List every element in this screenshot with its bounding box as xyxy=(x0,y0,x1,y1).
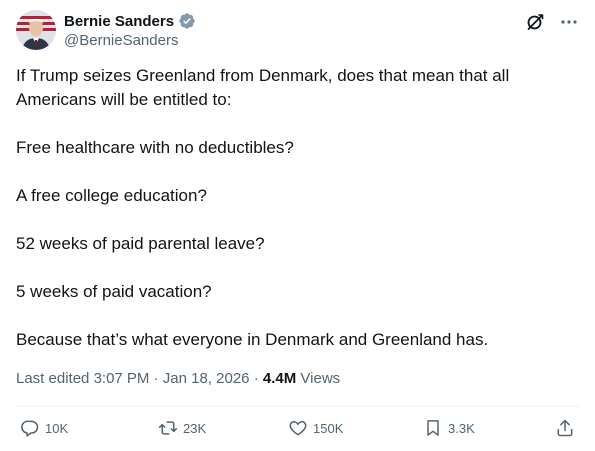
heart-icon xyxy=(289,421,307,436)
handle[interactable]: @BernieSanders xyxy=(64,32,196,49)
bookmark-icon xyxy=(427,420,439,436)
views-label: Views xyxy=(300,370,341,387)
tweet-header: Bernie Sanders @BernieSanders xyxy=(16,10,579,54)
avatar[interactable] xyxy=(16,10,56,50)
share-button[interactable] xyxy=(555,418,575,438)
views-count: 4.4M xyxy=(262,370,297,387)
tweet-meta: Last edited 3:07 PM · Jan 18, 2026 · 4.4… xyxy=(16,369,340,389)
repost-icon xyxy=(158,421,178,435)
like-button[interactable]: 150K xyxy=(288,418,343,438)
display-name-row: Bernie Sanders xyxy=(64,11,196,31)
edited-label[interactable]: Last edited xyxy=(16,370,89,387)
header-icons xyxy=(525,12,579,32)
meta-separator: · xyxy=(253,370,259,387)
repost-count: 23K xyxy=(183,420,207,436)
tweet-paragraph: Because that’s what everyone in Denmark … xyxy=(16,330,489,349)
share-icon xyxy=(557,419,573,437)
author-names: Bernie Sanders @BernieSanders xyxy=(64,11,196,49)
bookmark-button[interactable]: 3.3K xyxy=(423,418,475,438)
like-count: 150K xyxy=(313,420,344,436)
tweet-paragraph: 5 weeks of paid vacation? xyxy=(16,282,212,301)
reply-count: 10K xyxy=(45,420,69,436)
divider xyxy=(16,406,579,407)
tweet-paragraph: Free healthcare with no deductibles? xyxy=(16,138,294,157)
display-name[interactable]: Bernie Sanders xyxy=(64,13,174,30)
tweet-date[interactable]: Jan 18, 2026 xyxy=(163,370,250,387)
reply-icon xyxy=(21,420,39,437)
tweet-paragraph: 52 weeks of paid parental leave? xyxy=(16,234,265,253)
bookmark-count: 3.3K xyxy=(448,420,475,436)
tweet-paragraph: A free college education? xyxy=(16,186,207,205)
reply-button[interactable]: 10K xyxy=(20,418,68,438)
grok-icon[interactable] xyxy=(525,12,545,32)
tweet-time[interactable]: 3:07 PM xyxy=(94,370,150,387)
avatar-image xyxy=(16,10,56,50)
action-bar: 10K 23K 150K 3.3K xyxy=(16,418,579,442)
tweet-paragraph: If Trump seizes Greenland from Denmark, … xyxy=(16,66,510,109)
tweet-text: If Trump seizes Greenland from Denmark, … xyxy=(16,64,576,352)
verified-badge-icon[interactable] xyxy=(178,12,196,30)
meta-separator: · xyxy=(153,370,159,387)
more-options-icon[interactable] xyxy=(559,12,579,32)
repost-button[interactable]: 23K xyxy=(158,418,206,438)
